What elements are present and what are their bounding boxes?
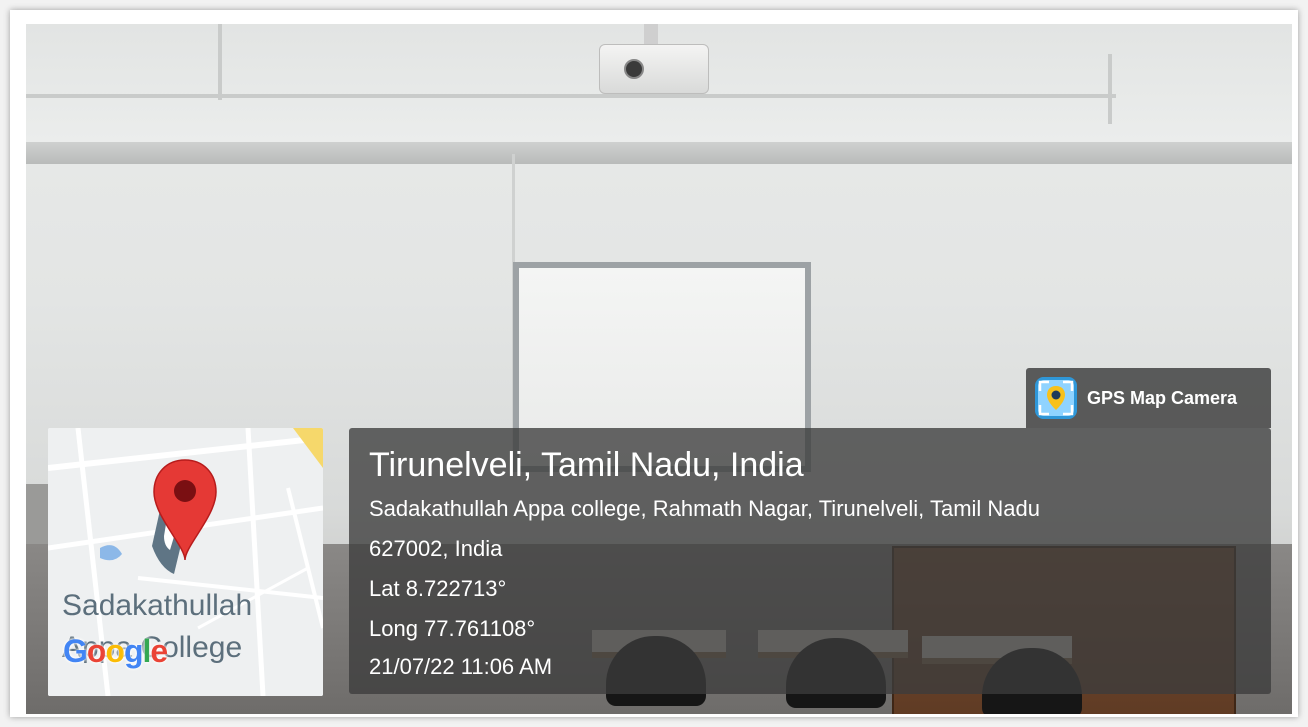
map-thumbnail: Sadakathullah Appa College Google bbox=[48, 428, 323, 696]
ceiling-pipe bbox=[26, 94, 1116, 98]
google-logo: Google bbox=[63, 633, 168, 669]
address-line-1: Sadakathullah Appa college, Rahmath Naga… bbox=[369, 496, 1040, 521]
longitude: Long 77.761108° bbox=[369, 616, 536, 641]
ceiling-pipe-vertical bbox=[1108, 54, 1112, 124]
ceiling-pipe-left bbox=[218, 24, 222, 100]
datetime-stamp: 21/07/22 11:06 AM bbox=[369, 654, 553, 679]
projector bbox=[599, 44, 709, 94]
projector-lens bbox=[624, 59, 644, 79]
address-line-2: 627002, India bbox=[369, 536, 503, 561]
map-place-label: Sadakathullah bbox=[62, 589, 253, 622]
badge-label: GPS Map Camera bbox=[1087, 388, 1238, 408]
location-title: Tirunelveli, Tamil Nadu, India bbox=[369, 446, 804, 484]
ceiling-beam bbox=[26, 142, 1292, 164]
gps-camera-app-icon bbox=[1035, 377, 1077, 419]
location-info-panel: Tirunelveli, Tamil Nadu, India Sadakathu… bbox=[349, 428, 1271, 694]
latitude: Lat 8.722713° bbox=[369, 576, 507, 601]
projector-mount bbox=[644, 24, 658, 46]
gps-map-camera-badge: GPS Map Camera bbox=[1026, 368, 1271, 428]
